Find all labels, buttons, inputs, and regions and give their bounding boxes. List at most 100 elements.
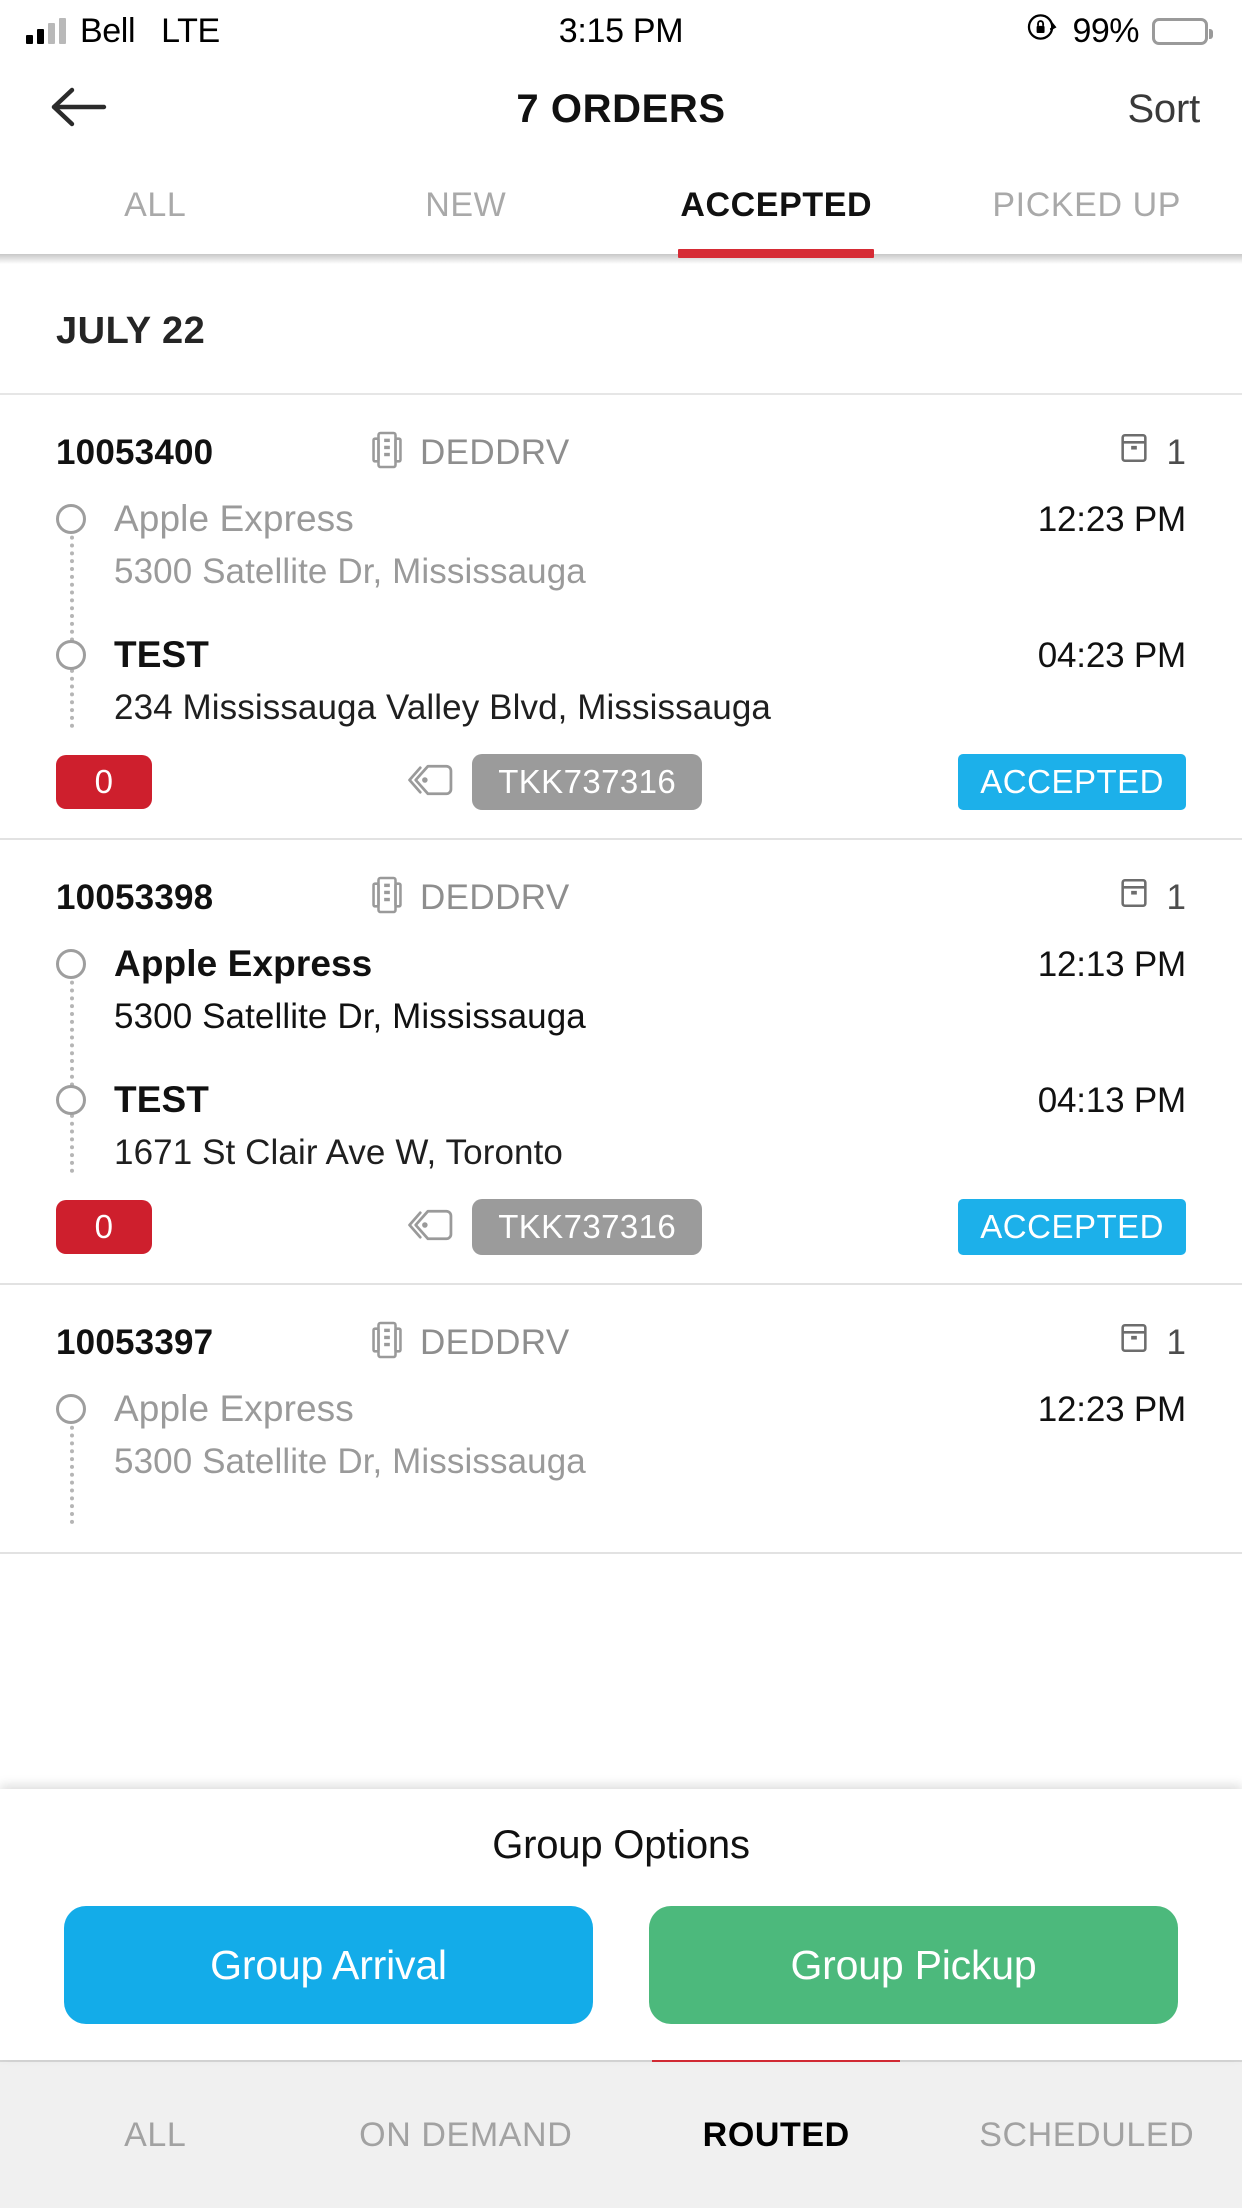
dropoff-stop: TEST 04:23 PM 234 Mississauga Valley Blv… bbox=[56, 634, 1186, 728]
order-service: DEDDRV bbox=[356, 430, 1117, 475]
group-arrival-button[interactable]: Group Arrival bbox=[64, 1906, 593, 2024]
date-section-header: JULY 22 bbox=[0, 264, 1242, 395]
app-screen: Bell LTE 3:15 PM 99% 7 ORDERS Sort ALL N… bbox=[0, 0, 1242, 2208]
pickup-time: 12:23 PM bbox=[1037, 500, 1186, 539]
page-title: 7 ORDERS bbox=[516, 86, 726, 131]
pickup-time: 12:13 PM bbox=[1037, 945, 1186, 984]
status-bar-left: Bell LTE bbox=[26, 12, 220, 51]
tab-picked-up[interactable]: PICKED UP bbox=[932, 156, 1242, 254]
group-options-title: Group Options bbox=[492, 1823, 750, 1867]
pickup-address: 5300 Satellite Dr, Mississauga bbox=[114, 997, 586, 1036]
order-card[interactable]: 10053398 DEDDRV 1 Apple Express 12:13 PM… bbox=[0, 840, 1242, 1285]
tab-all-label: ALL bbox=[124, 185, 187, 224]
stop-spacer bbox=[114, 1482, 1186, 1524]
order-service-label: DEDDRV bbox=[420, 432, 570, 472]
order-service: DEDDRV bbox=[356, 1320, 1117, 1365]
tabs-shadow-divider bbox=[0, 254, 1242, 264]
tag-icon bbox=[408, 1208, 454, 1247]
order-card[interactable]: 10053400 DEDDRV 1 Apple Express 12:23 PM… bbox=[0, 395, 1242, 840]
package-icon bbox=[1117, 429, 1151, 476]
status-badge: ACCEPTED bbox=[958, 1199, 1186, 1255]
bottom-tab-all-label: ALL bbox=[124, 2115, 187, 2154]
order-stops: Apple Express 12:13 PM 5300 Satellite Dr… bbox=[56, 943, 1186, 1173]
order-card[interactable]: 10053397 DEDDRV 1 Apple Express 12:23 PM… bbox=[0, 1285, 1242, 1554]
stop-dot-icon bbox=[56, 504, 86, 534]
pickup-name: Apple Express bbox=[114, 943, 373, 984]
package-icon bbox=[1117, 874, 1151, 921]
pickup-address: 5300 Satellite Dr, Mississauga bbox=[114, 552, 586, 591]
tracking-number-badge: TKK737316 bbox=[472, 754, 703, 810]
bottom-tab-routed[interactable]: ROUTED bbox=[621, 2062, 932, 2208]
stop-dot-icon bbox=[56, 1085, 86, 1115]
order-pieces-count: 1 bbox=[1166, 1322, 1186, 1362]
order-pieces: 1 bbox=[1117, 874, 1186, 921]
bottom-tab-scheduled-label: SCHEDULED bbox=[979, 2115, 1195, 2154]
tracking-group: TKK737316 bbox=[176, 754, 934, 810]
tab-new-label: NEW bbox=[425, 185, 507, 224]
bottom-tab-on-demand-label: ON DEMAND bbox=[359, 2115, 573, 2154]
battery-icon bbox=[1152, 17, 1213, 45]
tracking-number-badge: TKK737316 bbox=[472, 1199, 703, 1255]
order-service-label: DEDDRV bbox=[420, 1322, 570, 1362]
network-type: LTE bbox=[161, 11, 220, 50]
carrier-name: Bell bbox=[80, 11, 136, 50]
pickup-stop: Apple Express 12:23 PM 5300 Satellite Dr… bbox=[56, 498, 1186, 592]
tab-all[interactable]: ALL bbox=[0, 156, 311, 254]
order-type-tabs: ALL ON DEMAND ROUTED SCHEDULED bbox=[0, 2060, 1242, 2208]
tab-accepted-label: ACCEPTED bbox=[680, 185, 873, 224]
stop-spacer bbox=[114, 1037, 1186, 1079]
bottom-tab-on-demand[interactable]: ON DEMAND bbox=[311, 2062, 622, 2208]
dropoff-address: 234 Mississauga Valley Blvd, Mississauga bbox=[114, 688, 771, 727]
group-options-panel: Group Options Group Arrival Group Pickup bbox=[0, 1789, 1242, 2060]
dropoff-name: TEST bbox=[114, 1079, 209, 1120]
order-stops: Apple Express 12:23 PM 5300 Satellite Dr… bbox=[56, 1388, 1186, 1524]
order-id: 10053397 bbox=[56, 1322, 214, 1362]
dropoff-time: 04:23 PM bbox=[1037, 636, 1186, 675]
pickup-address: 5300 Satellite Dr, Mississauga bbox=[114, 1442, 586, 1481]
order-pieces: 1 bbox=[1117, 429, 1186, 476]
stop-connector-rail bbox=[70, 965, 74, 1173]
dropoff-time: 04:13 PM bbox=[1037, 1081, 1186, 1120]
order-pieces-count: 1 bbox=[1166, 432, 1186, 472]
order-header: 10053400 DEDDRV 1 bbox=[56, 429, 1186, 476]
rotation-lock-icon bbox=[1025, 10, 1059, 52]
order-header: 10053397 DEDDRV 1 bbox=[56, 1319, 1186, 1366]
order-id: 10053400 bbox=[56, 432, 214, 472]
status-badge: ACCEPTED bbox=[958, 754, 1186, 810]
battery-percent: 99% bbox=[1072, 11, 1139, 50]
dropoff-name: TEST bbox=[114, 634, 209, 675]
status-bar-right: 99% bbox=[1025, 10, 1213, 52]
order-pieces-count: 1 bbox=[1166, 877, 1186, 917]
tab-picked-up-label: PICKED UP bbox=[992, 185, 1182, 224]
dropoff-stop: TEST 04:13 PM 1671 St Clair Ave W, Toron… bbox=[56, 1079, 1186, 1173]
back-arrow-icon bbox=[48, 84, 110, 135]
order-badges: 0 TKK737316 ACCEPTED bbox=[56, 1199, 1186, 1255]
stop-dot-icon bbox=[56, 1394, 86, 1424]
dropoff-address: 1671 St Clair Ave W, Toronto bbox=[114, 1133, 563, 1172]
building-icon bbox=[370, 875, 404, 920]
bottom-tab-scheduled[interactable]: SCHEDULED bbox=[932, 2062, 1242, 2208]
building-icon bbox=[370, 1320, 404, 1365]
order-pieces: 1 bbox=[1117, 1319, 1186, 1366]
order-list[interactable]: JULY 22 10053400 DEDDRV 1 Apple Express … bbox=[0, 264, 1242, 1789]
back-button[interactable] bbox=[42, 72, 116, 146]
stop-connector-rail bbox=[70, 520, 74, 728]
building-icon bbox=[370, 430, 404, 475]
pickup-time: 12:23 PM bbox=[1037, 1390, 1186, 1429]
order-service-label: DEDDRV bbox=[420, 877, 570, 917]
stop-spacer bbox=[114, 592, 1186, 634]
group-options-buttons: Group Arrival Group Pickup bbox=[0, 1906, 1242, 2024]
group-pickup-button[interactable]: Group Pickup bbox=[649, 1906, 1178, 2024]
sort-button[interactable]: Sort bbox=[1127, 87, 1200, 132]
status-bar: Bell LTE 3:15 PM 99% bbox=[0, 0, 1242, 62]
package-icon bbox=[1117, 1319, 1151, 1366]
bottom-tab-all[interactable]: ALL bbox=[0, 2062, 311, 2208]
pickup-stop: Apple Express 12:13 PM 5300 Satellite Dr… bbox=[56, 943, 1186, 1037]
pickup-name: Apple Express bbox=[114, 1388, 354, 1429]
stop-dot-icon bbox=[56, 640, 86, 670]
piece-count-badge: 0 bbox=[56, 755, 152, 809]
tab-new[interactable]: NEW bbox=[311, 156, 622, 254]
tab-accepted[interactable]: ACCEPTED bbox=[621, 156, 932, 254]
stop-connector-rail bbox=[70, 1410, 74, 1524]
tracking-group: TKK737316 bbox=[176, 1199, 934, 1255]
